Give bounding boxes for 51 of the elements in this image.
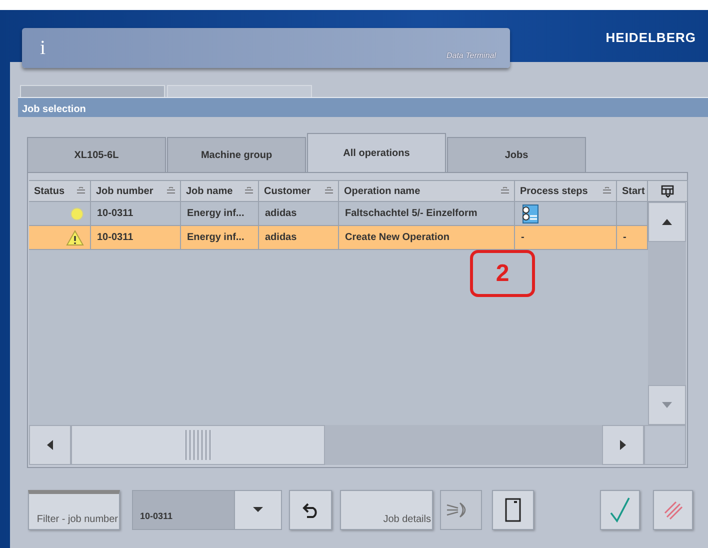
info-glyph: i — [40, 36, 46, 61]
table-cell[interactable]: adidas — [259, 226, 339, 250]
right-arrow-icon — [619, 439, 628, 451]
table-cell[interactable]: - — [515, 226, 617, 250]
sort-icon[interactable] — [501, 187, 509, 195]
table-cell[interactable]: 10-0311 — [91, 202, 181, 226]
filter-button[interactable]: Filter - job number — [28, 490, 120, 530]
up-arrow-icon — [661, 218, 673, 226]
sort-icon[interactable] — [167, 187, 175, 195]
process-steps-icon[interactable] — [521, 204, 539, 224]
grip-icon — [184, 430, 211, 460]
scroll-right-button[interactable] — [602, 425, 644, 465]
tab[interactable]: Machine group — [167, 137, 306, 172]
panel-title: Data Terminal — [446, 50, 496, 62]
table-cell[interactable]: Energy inf... — [181, 226, 259, 250]
scrollbar-thumb[interactable] — [70, 425, 326, 465]
document-button[interactable] — [492, 490, 534, 530]
cancel-icon — [663, 500, 683, 520]
job-number-combo[interactable]: 10-0311 — [132, 490, 282, 530]
dropdown-button[interactable] — [234, 491, 281, 529]
blank-tab[interactable] — [20, 85, 165, 97]
undo-button[interactable] — [289, 490, 332, 530]
window-title: Job selection — [18, 97, 708, 117]
left-arrow-icon — [46, 439, 54, 451]
sort-icon[interactable] — [77, 187, 85, 195]
tab[interactable]: Jobs — [447, 137, 586, 172]
sort-icon[interactable] — [325, 187, 333, 195]
document-icon — [505, 498, 521, 522]
confirm-button[interactable] — [600, 490, 640, 530]
scroll-left-button[interactable] — [29, 425, 71, 465]
job-details-button[interactable]: Job details — [340, 490, 433, 530]
caret-icon — [252, 506, 264, 514]
table-cell[interactable]: - — [617, 226, 648, 250]
sort-icon[interactable] — [603, 187, 611, 195]
down-arrow-icon — [661, 401, 673, 409]
checkmark-icon — [610, 497, 630, 523]
scroll-down-button[interactable] — [648, 385, 686, 425]
scroll-up-button[interactable] — [648, 202, 686, 242]
sort-icon[interactable] — [245, 187, 253, 195]
table-cell[interactable]: adidas — [259, 202, 339, 226]
column-chooser-icon[interactable] — [661, 184, 674, 198]
table-cell[interactable]: 10-0311 — [91, 226, 181, 250]
tab[interactable]: All operations — [307, 133, 446, 172]
tab[interactable]: XL105-6L — [27, 137, 166, 172]
annotation-callout: 2 — [470, 250, 535, 297]
table-cell[interactable]: Faltschachtel 5/- Einzelform — [339, 202, 515, 226]
table-cell[interactable]: Create New Operation — [339, 226, 515, 250]
undo-icon — [302, 501, 320, 519]
logo: HEIDELBERG — [606, 29, 696, 44]
table-cell[interactable]: Energy inf... — [181, 202, 259, 226]
cancel-button[interactable] — [653, 490, 693, 530]
